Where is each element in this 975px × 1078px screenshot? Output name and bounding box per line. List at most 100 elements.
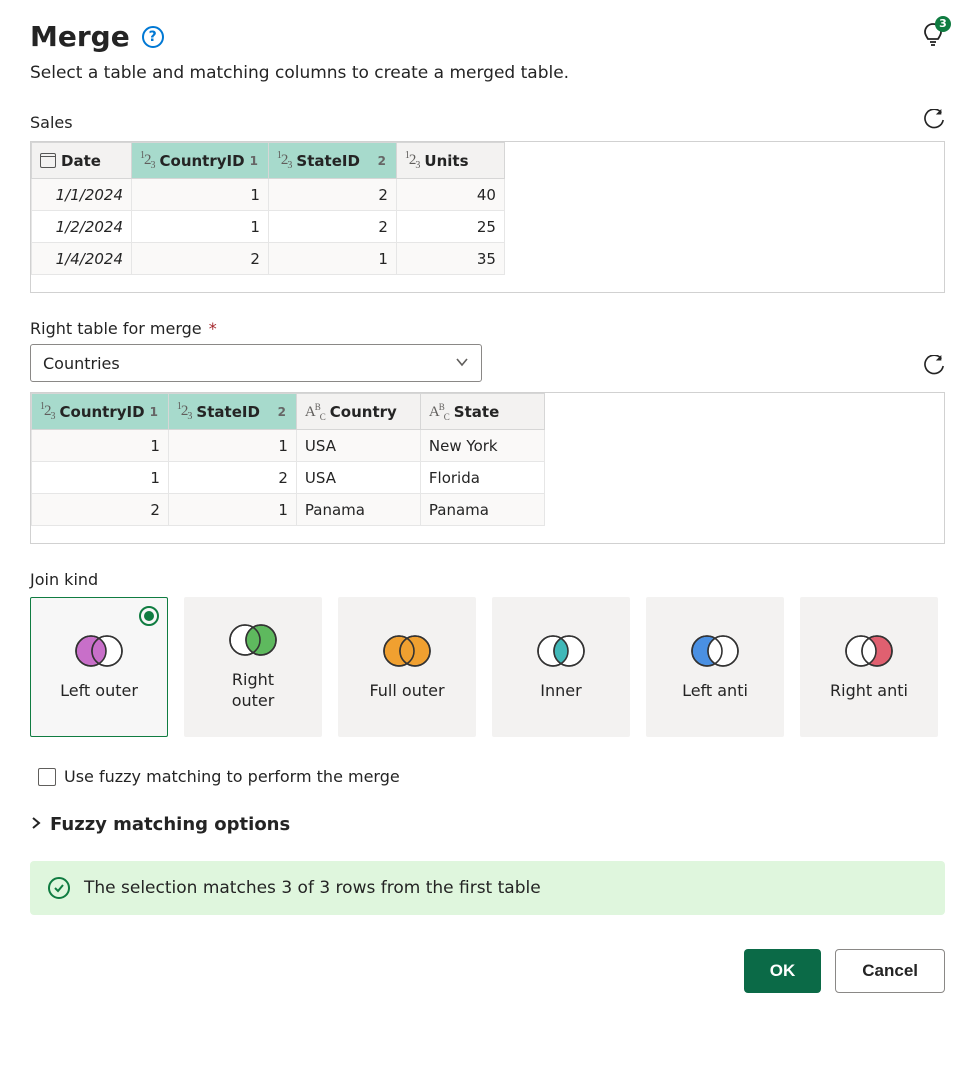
column-header[interactable]: ABC Country <box>296 394 420 430</box>
cancel-button[interactable]: Cancel <box>835 949 945 993</box>
text-type-icon: ABC <box>429 402 449 422</box>
number-type-icon: 2 <box>40 401 55 422</box>
number-type-icon: 2 <box>177 401 192 422</box>
match-status-bar: The selection matches 3 of 3 rows from t… <box>30 861 945 915</box>
dialog-title: Merge <box>30 20 130 53</box>
table-cell: 1 <box>32 430 169 462</box>
join-option-left-outer[interactable]: Left outer <box>30 597 168 737</box>
chevron-right-icon <box>30 817 42 833</box>
table-row[interactable]: 12USAFlorida <box>32 462 545 494</box>
match-order-badge: 1 <box>150 405 160 419</box>
right-table-section-label: Right table for merge <box>30 319 202 338</box>
table-row[interactable]: 1/4/20242135 <box>32 243 505 275</box>
fuzzy-options-expander[interactable]: Fuzzy matching options <box>30 814 945 835</box>
table-cell: 2 <box>268 179 396 211</box>
join-option-label: Right anti <box>830 681 908 702</box>
column-name: StateID <box>296 152 359 170</box>
table-row[interactable]: 1/2/20241225 <box>32 211 505 243</box>
join-option-left-anti[interactable]: Left anti <box>646 597 784 737</box>
table-cell: USA <box>296 430 420 462</box>
check-circle-icon <box>48 877 70 899</box>
table-cell: 2 <box>268 211 396 243</box>
join-option-label: Full outer <box>369 681 444 702</box>
table-row[interactable]: 11USANew York <box>32 430 545 462</box>
table-cell: 1 <box>168 494 296 526</box>
table-cell: 1 <box>132 179 269 211</box>
column-header[interactable]: Date <box>32 143 132 179</box>
table-cell: 1/1/2024 <box>32 179 132 211</box>
table-cell: 1 <box>268 243 396 275</box>
join-option-inner[interactable]: Inner <box>492 597 630 737</box>
column-header[interactable]: 2 CountryID 1 <box>132 143 269 179</box>
left-table-preview: Date2 CountryID12 StateID22 Units 1/1/20… <box>30 141 945 293</box>
column-header[interactable]: 2 CountryID 1 <box>32 394 169 430</box>
fuzzy-matching-label: Use fuzzy matching to perform the merge <box>64 767 400 786</box>
table-cell: Panama <box>296 494 420 526</box>
column-name: Units <box>424 152 468 170</box>
join-option-label: Inner <box>540 681 581 702</box>
table-cell: Florida <box>420 462 544 494</box>
join-option-right-outer[interactable]: Rightouter <box>184 597 322 737</box>
column-name: StateID <box>196 403 259 421</box>
column-header[interactable]: ABC State <box>420 394 544 430</box>
fuzzy-options-label: Fuzzy matching options <box>50 814 290 835</box>
column-name: Date <box>61 152 101 170</box>
chevron-down-icon <box>455 354 469 373</box>
dialog-subtitle: Select a table and matching columns to c… <box>30 63 945 83</box>
column-name: Country <box>330 403 397 421</box>
join-kind-label: Join kind <box>30 570 98 589</box>
match-order-badge: 2 <box>378 154 388 168</box>
table-cell: 1/2/2024 <box>32 211 132 243</box>
column-name: CountryID <box>160 152 245 170</box>
table-cell: 1/4/2024 <box>32 243 132 275</box>
join-kind-grid: Left outer Rightouter Full outer Inner Left … <box>30 597 945 737</box>
table-cell: 35 <box>396 243 504 275</box>
column-header[interactable]: 2 Units <box>396 143 504 179</box>
column-header[interactable]: 2 StateID2 <box>168 394 296 430</box>
table-cell: 2 <box>168 462 296 494</box>
venn-icon <box>379 633 435 669</box>
left-table-label: Sales <box>30 113 73 132</box>
date-type-icon <box>40 153 56 168</box>
table-cell: 1 <box>132 211 269 243</box>
refresh-left-icon[interactable] <box>923 109 945 135</box>
table-cell: New York <box>420 430 544 462</box>
venn-icon <box>533 633 589 669</box>
column-header[interactable]: 2 StateID2 <box>268 143 396 179</box>
join-option-right-anti[interactable]: Right anti <box>800 597 938 737</box>
fuzzy-matching-checkbox[interactable] <box>38 768 56 786</box>
right-table-dropdown[interactable]: Countries <box>30 344 482 382</box>
join-option-full-outer[interactable]: Full outer <box>338 597 476 737</box>
table-cell: 1 <box>168 430 296 462</box>
table-row[interactable]: 1/1/20241240 <box>32 179 505 211</box>
venn-icon <box>71 633 127 669</box>
selected-indicator <box>139 606 159 626</box>
number-type-icon: 2 <box>140 150 155 171</box>
table-cell: USA <box>296 462 420 494</box>
refresh-right-icon[interactable] <box>923 355 945 381</box>
table-cell: 25 <box>396 211 504 243</box>
table-cell: 2 <box>132 243 269 275</box>
ok-button[interactable]: OK <box>744 949 822 993</box>
join-option-label: Left anti <box>682 681 748 702</box>
venn-icon <box>687 633 743 669</box>
right-table-dropdown-value: Countries <box>43 354 120 373</box>
table-cell: 2 <box>32 494 169 526</box>
venn-icon <box>841 633 897 669</box>
table-row[interactable]: 21PanamaPanama <box>32 494 545 526</box>
column-name: State <box>454 403 499 421</box>
venn-icon <box>225 622 281 658</box>
right-table-preview: 2 CountryID12 StateID2ABC CountryABC Sta… <box>30 392 945 544</box>
table-cell: 1 <box>32 462 169 494</box>
help-icon[interactable]: ? <box>142 26 164 48</box>
match-status-text: The selection matches 3 of 3 rows from t… <box>84 878 541 898</box>
join-option-label: Left outer <box>60 681 138 702</box>
tips-icon[interactable]: 3 <box>921 22 945 52</box>
table-cell: Panama <box>420 494 544 526</box>
match-order-badge: 1 <box>250 154 260 168</box>
required-indicator: * <box>204 319 217 338</box>
number-type-icon: 2 <box>277 150 292 171</box>
column-name: CountryID <box>60 403 145 421</box>
match-order-badge: 2 <box>278 405 288 419</box>
text-type-icon: ABC <box>305 402 325 422</box>
